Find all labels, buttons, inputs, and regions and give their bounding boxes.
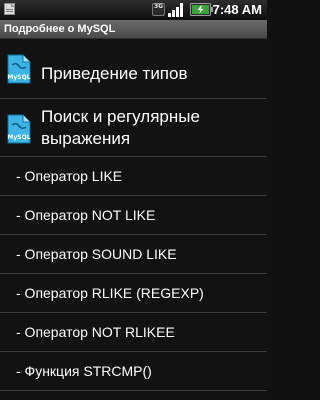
title-bar: Подробнее о MySQL: [0, 20, 267, 39]
mysql-file-icon: MySQL: [7, 54, 31, 84]
list-item-not-like[interactable]: - Оператор NOT LIKE: [0, 196, 267, 235]
list-item-sound-like[interactable]: - Оператор SOUND LIKE: [0, 235, 267, 274]
window-title: Подробнее о MySQL: [4, 23, 116, 35]
phone-screen: 3G 7:48 AM Подробнее о MySQL MySQL Приве…: [0, 0, 267, 400]
status-bar: 3G 7:48 AM: [0, 0, 267, 20]
list-item-strcmp[interactable]: - Функция STRCMP(): [0, 352, 267, 391]
section-label: Поиск и регулярные выражения: [41, 107, 200, 148]
section-item-search-regex[interactable]: MySQL Поиск и регулярные выражения: [0, 99, 267, 157]
list-item-like[interactable]: - Оператор LIKE: [0, 157, 267, 196]
battery-charging-icon: [190, 3, 213, 16]
list-item-label: - Оператор LIKE: [16, 168, 123, 184]
list-item-label: - Оператор NOT RLIKEE: [16, 324, 175, 340]
mysql-file-icon: MySQL: [7, 114, 31, 144]
topic-list: MySQL Приведение типов MySQL Поиск и рег…: [0, 39, 267, 400]
network-3g-icon: 3G: [152, 3, 165, 16]
list-item-label: - Оператор RLIKE (REGEXP): [16, 285, 204, 301]
list-item-label: - Функция STRCMP(): [16, 363, 152, 379]
list-item-label: - Оператор NOT LIKE: [16, 207, 156, 223]
list-item-not-rlikee[interactable]: - Оператор NOT RLIKEE: [0, 313, 267, 352]
notification-icon: [4, 3, 15, 15]
section-label: Приведение типов: [41, 64, 188, 83]
mysql-icon-label: MySQL: [7, 134, 30, 141]
status-clock: 7:48 AM: [212, 2, 262, 17]
network-type-label: 3G: [153, 3, 164, 10]
section-item-type-casting[interactable]: MySQL Приведение типов: [0, 39, 267, 99]
list-item-label: - Оператор SOUND LIKE: [16, 246, 177, 262]
list-item-rlike-regexp[interactable]: - Оператор RLIKE (REGEXP): [0, 274, 267, 313]
mysql-icon-label: MySQL: [7, 74, 30, 81]
signal-strength-icon: [168, 3, 183, 17]
